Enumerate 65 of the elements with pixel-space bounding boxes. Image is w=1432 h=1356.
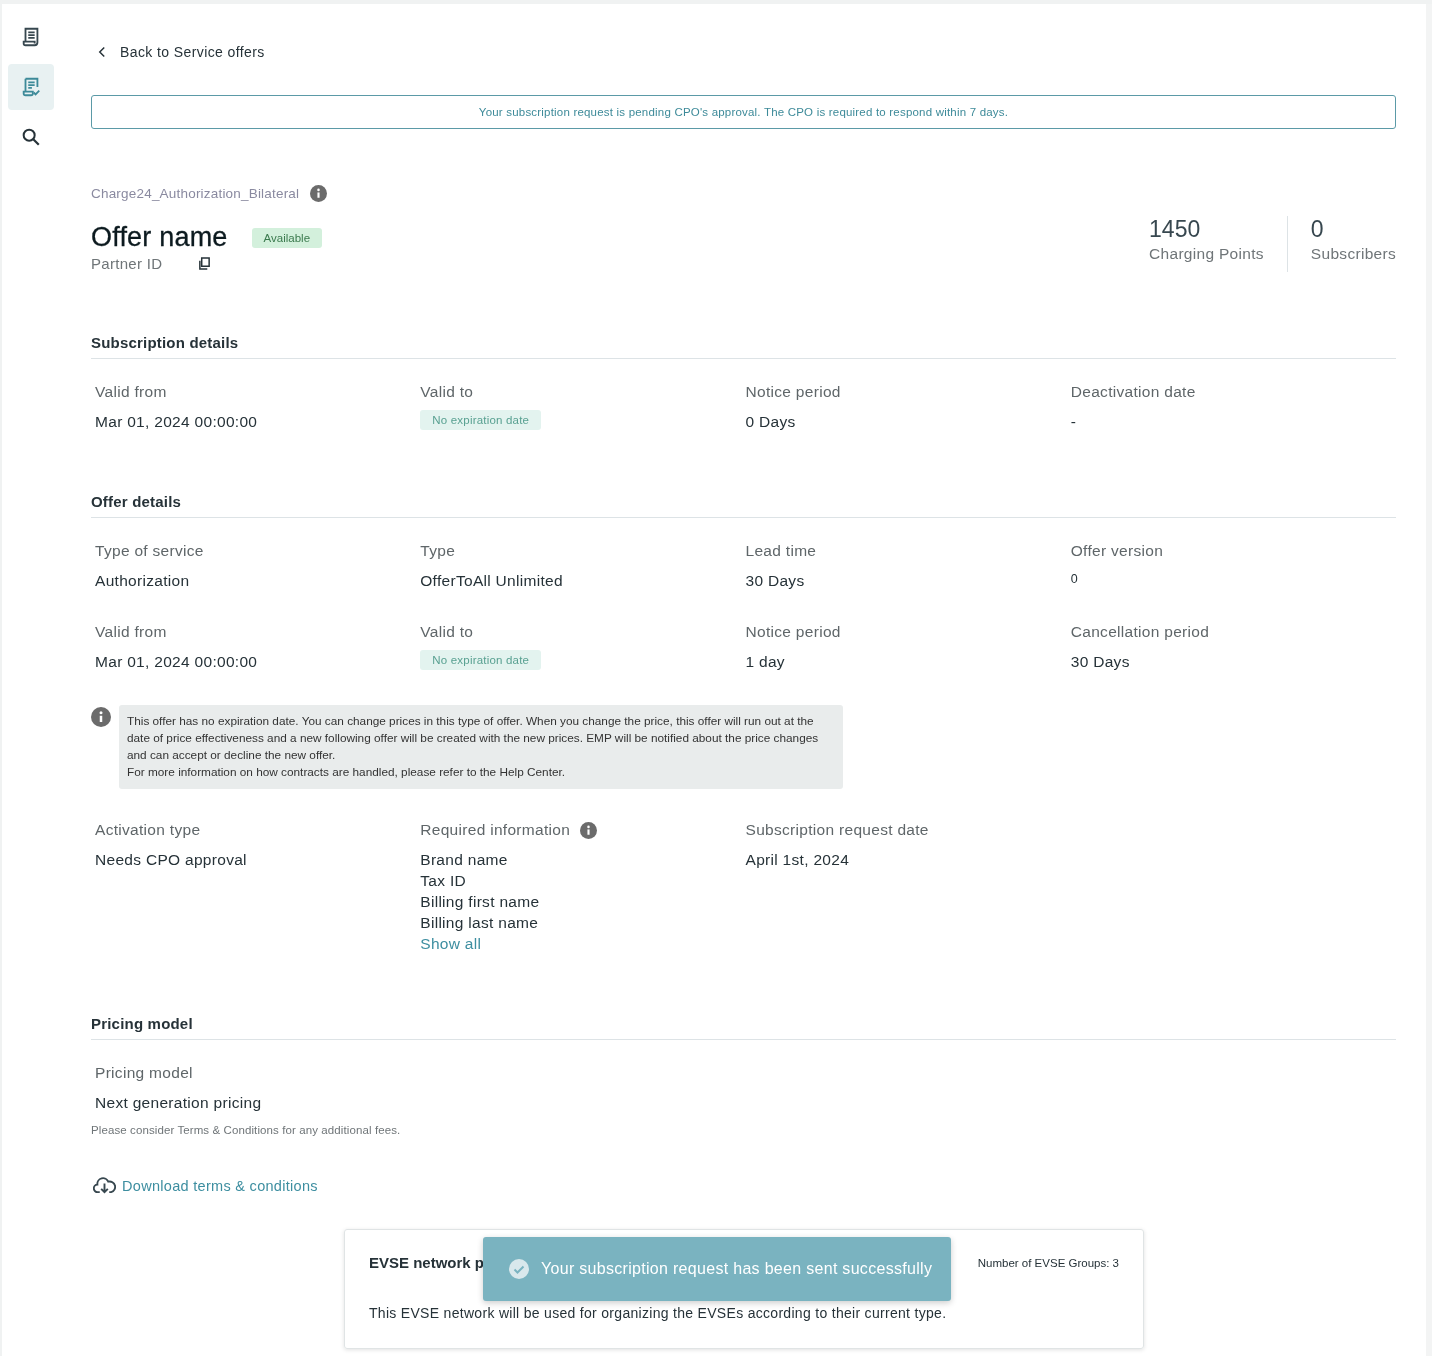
field-value: Mar 01, 2024 00:00:00 (95, 653, 258, 671)
field-label: Notice period (745, 623, 841, 641)
field-label: Valid to (420, 383, 474, 401)
field-value: Authorization (95, 572, 190, 590)
copy-icon[interactable] (198, 257, 212, 270)
note-text: This offer has no expiration date. You can change prices in this type of offer. When you change the price, this offer will run out at the date of price effectiveness and a new following offer will be created with the new prices. EMP will be notified about the price changes and can accept or decline the new offer. (127, 713, 820, 764)
field-value: Next generation pricing (95, 1094, 263, 1112)
field-value: 30 Days (745, 572, 805, 590)
success-toast: Your subscription request has been sent successfully (483, 1237, 951, 1301)
check-circle-icon (509, 1259, 529, 1279)
field-value: 30 Days (1070, 653, 1130, 671)
download-link[interactable]: Download terms & conditions (93, 1176, 318, 1195)
field-label: Lead time (745, 542, 817, 560)
info-icon[interactable] (580, 821, 598, 839)
field-value: April 1st, 2024 (745, 851, 850, 869)
offer-code: Charge24_Authorization_Bilateral (91, 186, 300, 201)
field-value: Mar 01, 2024 00:00:00 (95, 413, 258, 431)
field-value: Billing last name (420, 914, 540, 932)
card-title: EVSE network p (369, 1254, 485, 1271)
field-value: OfferToAll Unlimited (420, 572, 563, 590)
offer-title: Offer name (91, 222, 228, 253)
fees-note: Please consider Terms & Conditions for any additional fees. (91, 1124, 402, 1136)
field-label: Required information (420, 821, 571, 839)
field-label: Pricing model (95, 1064, 194, 1082)
field-label: Valid from (95, 383, 167, 401)
stat-value: 0 (1310, 216, 1325, 243)
field-label: Valid to (420, 623, 474, 641)
note-text: For more information on how contracts are handled, please refer to the Help Center. (127, 764, 567, 781)
stat-label: Subscribers (1310, 245, 1396, 263)
stat-label: Charging Points (1149, 245, 1264, 263)
cloud-download-icon (93, 1176, 116, 1195)
field-label: Type of service (95, 542, 204, 560)
field-value: Tax ID (420, 872, 467, 890)
evse-groups-count: Number of EVSE Groups: 3 (977, 1256, 1119, 1269)
card-description: This EVSE network will be used for organizing the EVSEs according to their current type. (369, 1305, 948, 1321)
field-label: Activation type (95, 821, 201, 839)
info-icon[interactable] (310, 185, 328, 202)
info-icon (91, 707, 111, 727)
field-value: 1 day (745, 653, 785, 671)
stat-value: 1450 (1149, 216, 1202, 243)
field-value: 0 Days (745, 413, 796, 431)
show-all-link[interactable]: Show all (420, 935, 540, 953)
field-label: Valid from (95, 623, 167, 641)
field-label: Offer version (1070, 542, 1164, 560)
back-link[interactable]: Back to Service offers (98, 44, 265, 60)
field-value: Needs CPO approval (95, 851, 247, 869)
field-label: Subscription request date (745, 821, 929, 839)
status-badge: Available (251, 227, 323, 248)
chevron-left-icon (98, 46, 106, 58)
status-badge: No expiration date (420, 410, 542, 430)
partner-id-label: Partner ID (91, 255, 163, 272)
receipt-check-icon[interactable] (8, 64, 54, 110)
field-value: Billing first name (420, 893, 540, 911)
field-value: Brand name (420, 851, 509, 869)
field-label: Deactivation date (1070, 383, 1196, 401)
section-title: Subscription details (91, 334, 1396, 359)
section-title: Pricing model (91, 1015, 1396, 1040)
pending-alert: Your subscription request is pending CPO's approval. The CPO is required to respond within 7 days. (91, 95, 1396, 129)
field-value: - (1070, 413, 1077, 431)
field-value: 0 (1070, 572, 1078, 586)
section-title: Offer details (91, 493, 1396, 518)
status-badge: No expiration date (420, 650, 542, 670)
field-label: Type (420, 542, 456, 560)
field-label: Cancellation period (1070, 623, 1210, 641)
field-label: Notice period (745, 383, 841, 401)
